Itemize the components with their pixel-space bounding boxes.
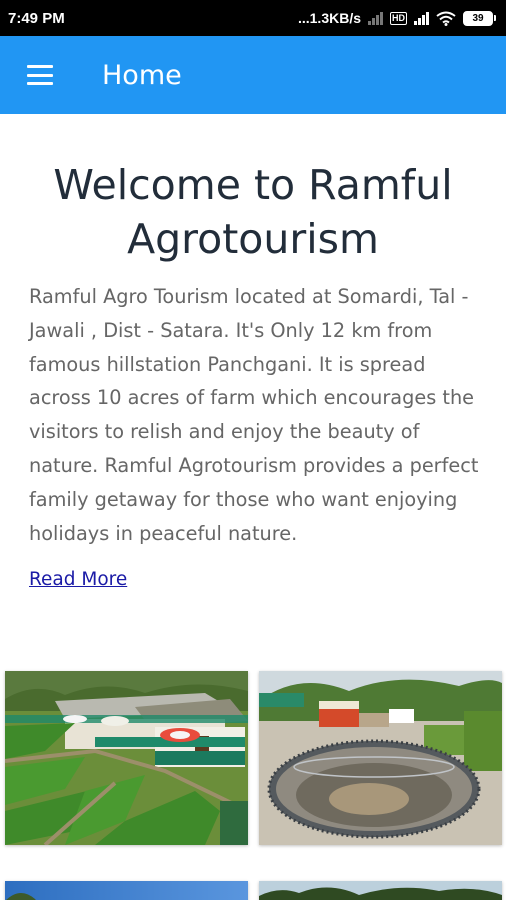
read-more-link[interactable]: Read More <box>29 569 127 590</box>
status-bar: 7:49 PM ...1.3KB/s HD 39 <box>0 0 506 36</box>
battery-icon: 39 <box>463 10 496 26</box>
status-time: 7:49 PM <box>8 9 65 27</box>
gallery-card-4[interactable] <box>259 881 502 900</box>
gallery-card-well[interactable] <box>259 671 502 845</box>
app-bar: Home <box>0 36 506 114</box>
page-title: Home <box>102 59 182 91</box>
gallery-card-3[interactable] <box>5 881 248 900</box>
welcome-heading: Welcome to Ramful Agrotourism <box>53 161 453 263</box>
gallery-card-cottages[interactable] <box>5 671 248 845</box>
signal-4g-icon <box>414 11 429 25</box>
wifi-icon <box>436 11 456 26</box>
battery-level: 39 <box>463 10 493 26</box>
status-icons: ...1.3KB/s HD 39 <box>298 10 496 26</box>
hamburger-menu-icon[interactable] <box>27 65 53 85</box>
network-speed: ...1.3KB/s <box>297 10 361 26</box>
intro-paragraph: Ramful Agro Tourism located at Somardi, … <box>29 285 479 545</box>
gallery-photo-3 <box>5 881 248 900</box>
cottages-photo <box>5 671 248 845</box>
main-content: Welcome to Ramful Agrotourism Ramful Agr… <box>0 114 506 590</box>
gallery-photo-4 <box>259 881 502 900</box>
hd-icon: HD <box>390 11 407 25</box>
well-photo <box>259 671 502 845</box>
signal-icon <box>368 11 383 25</box>
